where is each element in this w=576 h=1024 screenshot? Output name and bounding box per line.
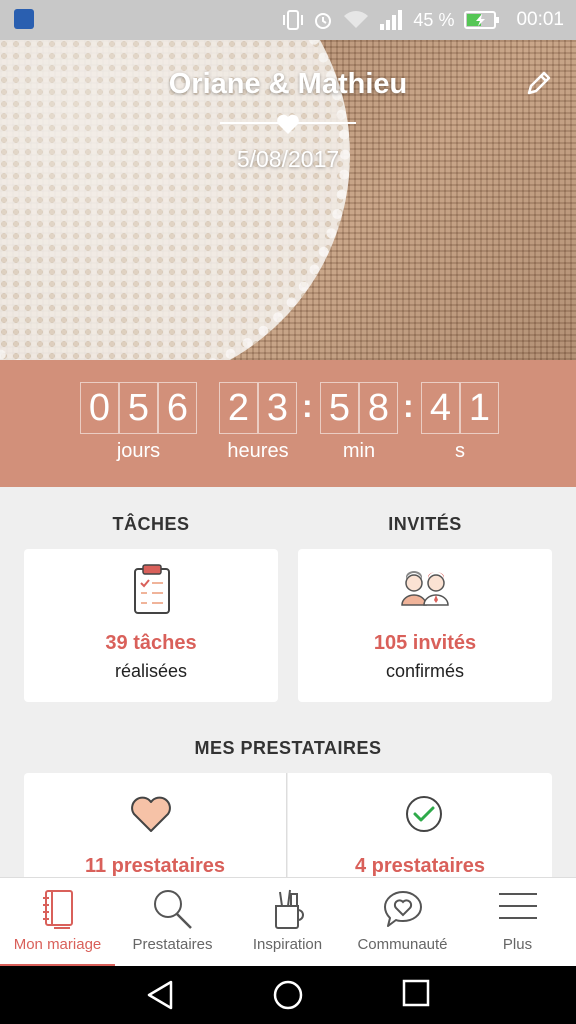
check-circle-icon xyxy=(406,796,442,832)
wedding-date: 5/08/2017 xyxy=(236,146,340,172)
nav-communaute[interactable]: Communauté xyxy=(345,878,460,967)
heart-icon xyxy=(277,114,299,134)
hero-banner: Oriane & Mathieu 5/08/2017 xyxy=(0,40,576,360)
edit-pencil-icon[interactable] xyxy=(524,68,554,98)
nav-label: Communauté xyxy=(357,936,448,953)
guests-card[interactable]: 105 invités confirmés xyxy=(298,549,552,702)
battery-percent: 45 % xyxy=(413,9,455,30)
nav-label: Plus xyxy=(502,936,533,953)
countdown-minutes: 5 8 xyxy=(320,382,398,434)
status-bar: 45 % 00:01 xyxy=(0,0,576,40)
clipboard-icon xyxy=(134,564,170,614)
tasks-status: réalisées xyxy=(114,661,188,681)
back-icon[interactable] xyxy=(145,979,175,1011)
nav-inspiration[interactable]: Inspiration xyxy=(230,878,345,967)
clock: 00:01 xyxy=(516,9,564,30)
guests-heading: INVITÉS xyxy=(388,514,462,534)
countdown-digit: 0 xyxy=(80,382,119,434)
favorite-vendors-count: 11 prestataires xyxy=(84,855,226,877)
label-hours: heures xyxy=(227,440,289,462)
label-days: jours xyxy=(116,440,161,462)
countdown-digit: 3 xyxy=(258,382,297,434)
tasks-count: 39 tâches xyxy=(105,632,197,654)
countdown-digit: 2 xyxy=(219,382,258,434)
app-notification-icon xyxy=(14,9,34,29)
countdown-digit: 5 xyxy=(119,382,158,434)
nav-label: Inspiration xyxy=(252,936,323,953)
guests-status: confirmés xyxy=(385,661,465,681)
home-icon[interactable] xyxy=(272,979,304,1011)
recents-icon[interactable] xyxy=(402,979,430,1007)
signal-icon xyxy=(380,10,403,30)
countdown-digit: 4 xyxy=(421,382,460,434)
tasks-card[interactable]: 39 tâches réalisées xyxy=(24,549,278,702)
tasks-heading: TÂCHES xyxy=(112,514,190,534)
countdown-digit: 6 xyxy=(158,382,197,434)
countdown-digit: 1 xyxy=(460,382,499,434)
countdown-hours: 2 3 xyxy=(219,382,297,434)
favorite-vendors-card[interactable]: 11 prestataires xyxy=(24,773,287,883)
booked-vendors-card[interactable]: 4 prestataires xyxy=(288,773,552,883)
system-navigation-bar xyxy=(0,966,576,1024)
battery-charging-icon xyxy=(464,11,500,29)
countdown-days: 0 5 6 xyxy=(80,382,197,434)
status-icons: 45 % 00:01 xyxy=(283,0,564,40)
wifi-icon xyxy=(344,11,369,28)
guests-couple-icon xyxy=(401,571,449,606)
countdown-digit: 5 xyxy=(320,382,359,434)
countdown-colon: : xyxy=(302,388,313,424)
nav-plus[interactable]: Plus xyxy=(460,878,575,967)
search-icon xyxy=(153,890,192,929)
nav-label: Prestataires xyxy=(132,936,213,953)
countdown-digit: 8 xyxy=(359,382,398,434)
nav-prestataires[interactable]: Prestataires xyxy=(115,878,230,967)
notebook-icon xyxy=(42,890,73,929)
label-seconds: s xyxy=(455,440,465,462)
vibrate-icon xyxy=(283,10,304,30)
booked-vendors-count: 4 prestataires xyxy=(354,855,486,877)
heart-icon xyxy=(131,796,171,832)
pencil-cup-icon xyxy=(274,889,304,929)
label-minutes: min xyxy=(342,440,376,462)
nav-mon-mariage[interactable]: Mon mariage xyxy=(0,878,115,967)
couple-names: Oriane & Mathieu xyxy=(168,68,408,100)
guests-count: 105 invités xyxy=(373,632,477,654)
vendors-heading: MES PRESTATAIRES xyxy=(194,738,382,758)
menu-icon xyxy=(498,893,537,919)
chat-heart-icon xyxy=(383,891,422,927)
nav-label: Mon mariage xyxy=(13,936,102,953)
bottom-navigation: Mon mariage Prestataires Inspiration Com… xyxy=(0,877,576,967)
countdown-colon: : xyxy=(403,388,414,424)
countdown-seconds: 4 1 xyxy=(421,382,499,434)
countdown-timer: 0 5 6 2 3 : 5 8 : 4 1 jours heures min s xyxy=(0,360,576,487)
alarm-icon xyxy=(315,13,332,29)
